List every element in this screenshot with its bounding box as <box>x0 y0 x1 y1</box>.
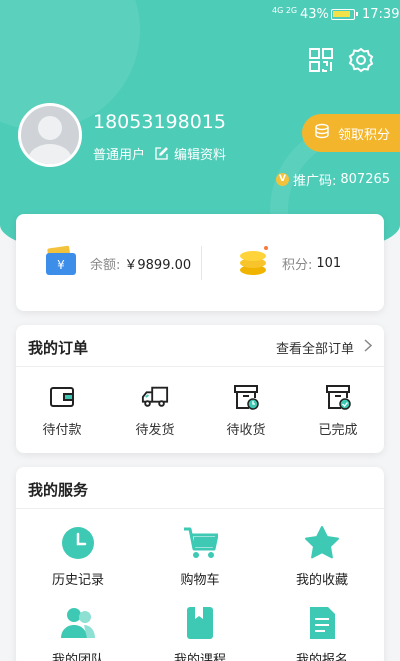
box-check-icon <box>324 383 352 411</box>
service-label: 我的课程 <box>173 653 226 661</box>
orders-card: 我的订单 查看全部订单 待付款 待发货 待收货 已完成 <box>16 325 384 453</box>
balance-label: 余额: <box>90 257 121 273</box>
balance-item[interactable]: ¥ 余额: ￥9899.00 <box>44 244 191 282</box>
book-icon <box>182 605 218 641</box>
divider <box>201 246 202 280</box>
view-all-label: 查看全部订单 <box>275 342 354 357</box>
service-favorites[interactable]: 我的收藏 <box>267 525 377 588</box>
divider <box>16 508 384 509</box>
points-value: 101 <box>316 255 342 271</box>
wallet-icon <box>48 383 76 411</box>
service-team[interactable]: 我的团队 <box>23 605 133 661</box>
service-label: 我的收藏 <box>295 573 348 588</box>
user-phone: 18053198015 <box>93 111 226 133</box>
service-label: 历史记录 <box>51 573 104 588</box>
orders-title: 我的订单 <box>28 339 89 357</box>
service-registrations[interactable]: 我的报名 <box>267 605 377 661</box>
balance-value: ￥9899.00 <box>124 257 192 273</box>
battery-percent: 43% <box>300 7 329 22</box>
claim-points-label: 领取积分 <box>338 127 391 143</box>
service-history[interactable]: 历史记录 <box>23 525 133 588</box>
promo-code: 807265 <box>340 172 391 187</box>
wallet-icon: ¥ <box>44 244 78 282</box>
truck-icon <box>141 383 169 411</box>
clock-icon <box>60 525 96 561</box>
order-label: 待收货 <box>226 423 266 438</box>
promo-code-row: V 推广码: 807265 <box>276 170 390 189</box>
edit-icon[interactable] <box>155 147 168 160</box>
svg-text:¥: ¥ <box>57 258 65 272</box>
cart-icon <box>182 525 219 561</box>
service-label: 我的团队 <box>51 653 104 661</box>
divider <box>16 366 384 367</box>
balance-card: ¥ 余额: ￥9899.00 积分: 101 <box>16 214 384 311</box>
service-cart[interactable]: 购物车 <box>145 525 255 588</box>
edit-profile-link[interactable]: 编辑资料 <box>174 144 226 163</box>
coins-icon <box>314 123 330 143</box>
coin-stack-icon <box>238 244 270 282</box>
team-icon <box>60 605 96 641</box>
promo-label: 推广码: <box>293 174 337 189</box>
service-label: 购物车 <box>180 573 220 588</box>
qr-code-icon[interactable] <box>308 47 334 73</box>
view-all-orders-link[interactable]: 查看全部订单 <box>275 338 373 357</box>
service-label: 我的报名 <box>295 653 348 661</box>
form-icon <box>304 605 340 641</box>
signal-indicator: 4G 2G <box>272 6 298 15</box>
claim-points-button[interactable]: 领取积分 <box>302 114 400 152</box>
box-clock-icon <box>232 383 260 411</box>
star-icon <box>304 525 340 561</box>
points-item[interactable]: 积分: 101 <box>238 244 341 282</box>
status-bar: 4G 2G 43% 17:39 <box>0 0 400 30</box>
settings-gear-icon[interactable] <box>348 47 374 73</box>
order-label: 已完成 <box>318 423 358 438</box>
services-card: 我的服务 历史记录 购物车 我的收藏 我的团队 我的课程 我的报名 <box>16 467 384 661</box>
order-label: 待发货 <box>135 423 175 438</box>
user-meta-row: 普通用户 编辑资料 <box>93 144 226 163</box>
chevron-right-icon <box>364 339 373 356</box>
order-pending-payment[interactable]: 待付款 <box>26 383 98 438</box>
avatar[interactable] <box>18 103 82 167</box>
points-label: 积分: <box>282 257 313 273</box>
order-completed[interactable]: 已完成 <box>302 383 374 438</box>
services-title: 我的服务 <box>28 481 89 499</box>
user-type: 普通用户 <box>93 148 146 163</box>
header-actions <box>308 47 374 73</box>
service-courses[interactable]: 我的课程 <box>145 605 255 661</box>
order-label: 待付款 <box>42 423 82 438</box>
clock-time: 17:39 <box>362 7 400 22</box>
vip-badge-icon: V <box>276 173 289 186</box>
order-pending-receipt[interactable]: 待收货 <box>210 383 282 438</box>
battery-icon <box>331 9 358 20</box>
order-pending-shipment[interactable]: 待发货 <box>119 383 191 438</box>
